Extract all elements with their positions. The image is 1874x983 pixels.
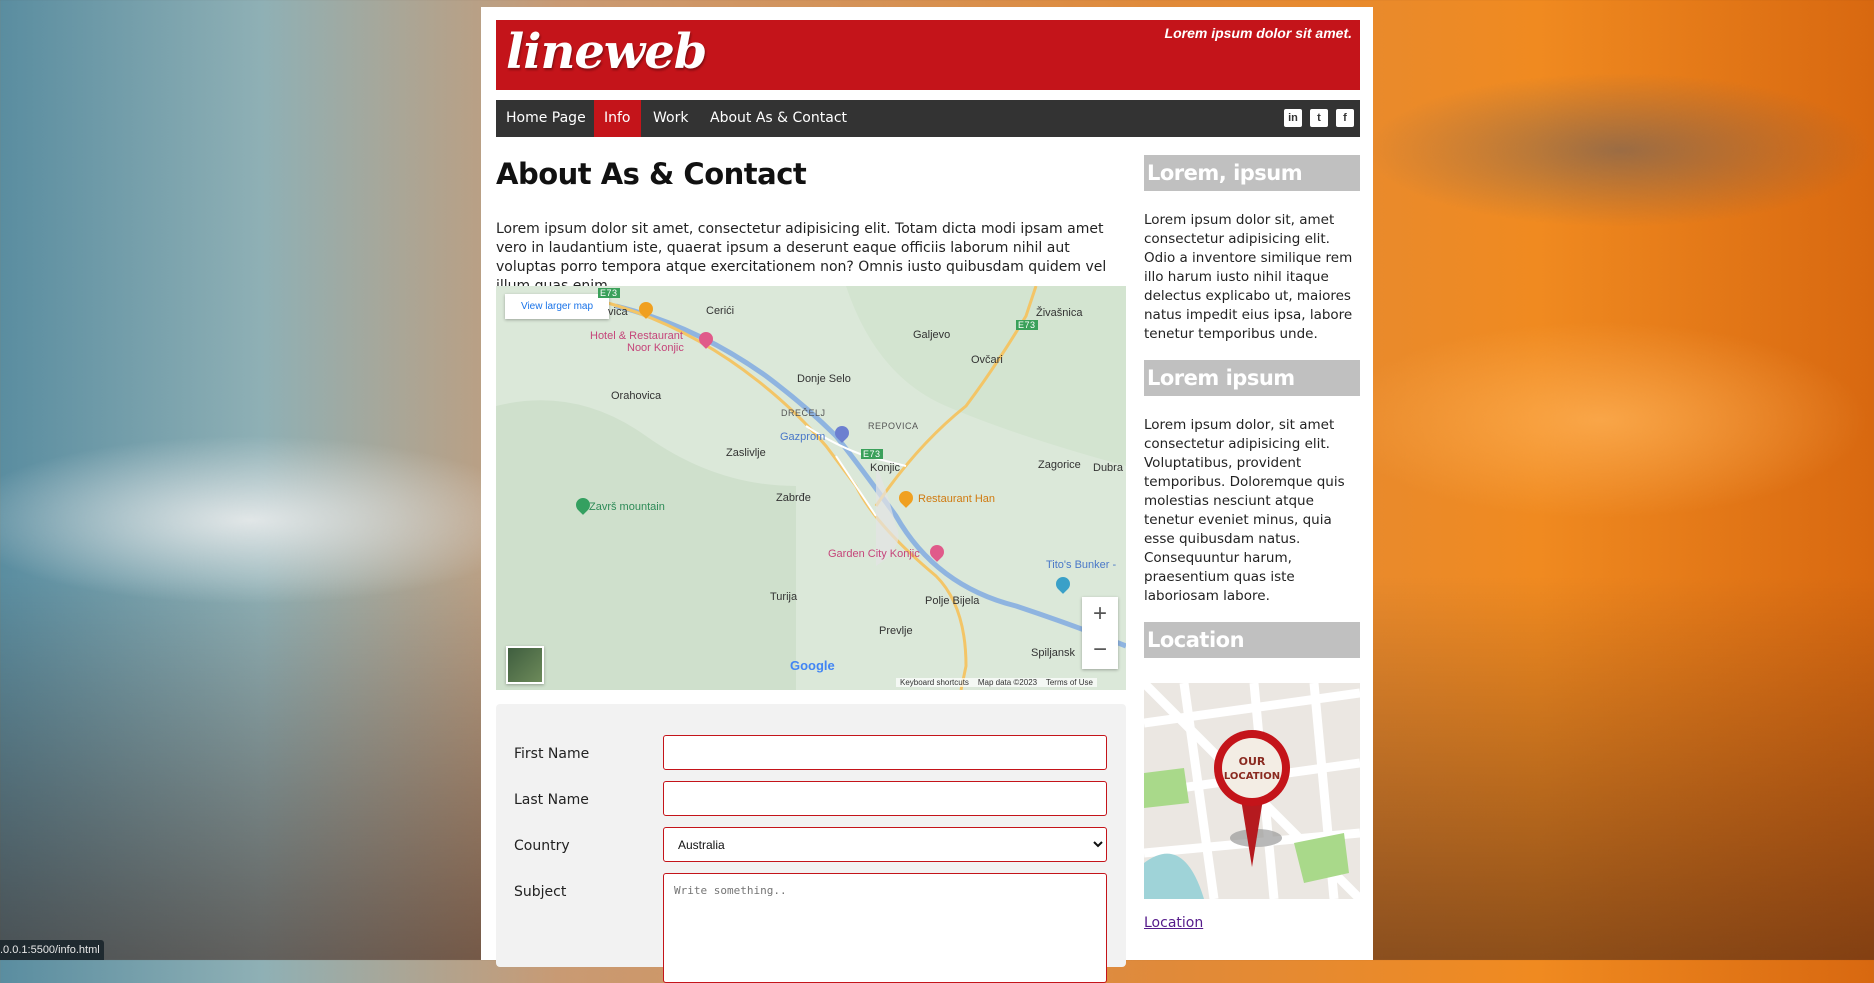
zoom-out-button[interactable]: − — [1082, 633, 1118, 669]
map-label-spiljansk: Spiljansk — [1031, 647, 1076, 659]
map-label-cerici: Cerići — [706, 305, 735, 317]
nav-item-home[interactable]: Home Page — [496, 100, 596, 137]
map-label-titos-bunker: Tito's Bunker - — [1046, 559, 1117, 571]
terms-of-use-link[interactable]: Terms of Use — [1046, 678, 1093, 687]
pin-text-location: LOCATION — [1224, 771, 1280, 782]
nav-item-info[interactable]: Info — [594, 100, 641, 137]
map-label-zivasnica: Živašnica — [1036, 307, 1083, 319]
first-name-input[interactable] — [663, 735, 1107, 770]
sidebar-heading-2: Lorem ipsum — [1144, 360, 1360, 396]
map-label-e73-a: E73 — [598, 288, 620, 298]
map-label-hotel-line1: Hotel & Restaurant — [590, 330, 683, 342]
map-label-zaslivlje: Zaslivlje — [726, 447, 766, 459]
page-container: lineweb Lorem ipsum dolor sit amet. Home… — [481, 7, 1373, 983]
location-image: OUR LOCATION — [1144, 683, 1360, 899]
status-bar-url: .0.0.1:5500/info.html — [0, 940, 104, 960]
last-name-label: Last Name — [514, 792, 589, 808]
pin-text-our: OUR — [1239, 755, 1266, 768]
location-link[interactable]: Location — [1144, 915, 1203, 931]
map-label-e73-b: E73 — [1016, 320, 1038, 330]
map-label-zagorice: Zagorice — [1038, 459, 1081, 471]
zoom-in-button[interactable]: + — [1082, 597, 1118, 633]
location-illustration: OUR LOCATION — [1144, 683, 1360, 899]
sidebar-text-1: Lorem ipsum dolor sit, amet consectetur … — [1144, 212, 1353, 342]
header-tagline: Lorem ipsum dolor sit amet. — [1164, 25, 1352, 41]
map-label-vica: vica — [608, 306, 628, 318]
map-label-polje-bijela: Polje Bijela — [925, 595, 980, 607]
map-label-dubra: Dubra — [1093, 462, 1123, 474]
map-label-donje-selo: Donje Selo — [797, 373, 851, 385]
first-name-label: First Name — [514, 746, 590, 762]
map-label-konjic: Konjic — [870, 462, 900, 474]
map-label-restaurant-han: Restaurant Han — [918, 493, 996, 505]
map-label-garden-city: Garden City Konjic — [828, 548, 920, 560]
map-terrain — [496, 286, 1126, 690]
keyboard-shortcuts-link[interactable]: Keyboard shortcuts — [900, 678, 969, 687]
site-logo[interactable]: lineweb — [506, 24, 707, 80]
intro-paragraph: Lorem ipsum dolor sit amet, consectetur … — [496, 221, 1107, 294]
linkedin-icon[interactable]: in — [1284, 109, 1302, 127]
map-label-turija: Turija — [770, 591, 798, 603]
contact-form: First Name Last Name Country Australia S… — [496, 704, 1126, 983]
map-label-drecelj: DREČELJ — [781, 408, 826, 418]
nav-item-about-contact[interactable]: About As & Contact — [700, 100, 857, 137]
map-label-ovcari: Ovčari — [971, 354, 1003, 366]
subject-textarea[interactable] — [663, 873, 1107, 983]
country-label: Country — [514, 838, 570, 854]
sidebar-heading-3: Location — [1144, 622, 1360, 658]
country-select[interactable]: Australia — [663, 827, 1107, 862]
map-label-galjevo: Galjevo — [913, 329, 951, 341]
main-content: About As & Contact Lorem ipsum dolor sit… — [496, 157, 1126, 294]
twitter-icon[interactable]: t — [1310, 109, 1328, 127]
map-data-credit: Map data ©2023 — [977, 678, 1038, 687]
social-links: in t f — [1284, 109, 1354, 127]
last-name-input[interactable] — [663, 781, 1107, 816]
site-header: lineweb Lorem ipsum dolor sit amet. — [496, 20, 1360, 90]
map-label-prevlje: Prevlje — [879, 625, 913, 637]
sidebar-text-2: Lorem ipsum dolor, sit amet consectetur … — [1144, 417, 1345, 604]
map-label-e73-c: E73 — [861, 449, 883, 459]
map-label-hotel-line2: Noor Konjic — [627, 342, 684, 354]
map-label-zavrs-mountain: Završ mountain — [589, 501, 665, 513]
nav-item-work[interactable]: Work — [643, 100, 698, 137]
embedded-map[interactable]: View larger map Cerići Živašnica Galjevo… — [496, 286, 1126, 690]
page-title: About As & Contact — [496, 157, 807, 191]
google-logo: Google — [790, 658, 835, 673]
map-label-gazprom: Gazprom — [780, 431, 826, 443]
map-footer: Keyboard shortcuts Map data ©2023 Terms … — [896, 678, 1097, 687]
map-label-zabrde: Zabrđe — [776, 492, 811, 504]
map-layers-button[interactable] — [506, 646, 544, 684]
subject-label: Subject — [514, 884, 567, 900]
map-label-orahovica: Orahovica — [611, 390, 662, 402]
map-label-repovica: REPOVICA — [868, 421, 919, 431]
view-larger-map-button[interactable]: View larger map — [505, 294, 609, 319]
map-zoom-controls: + − — [1082, 597, 1118, 669]
facebook-icon[interactable]: f — [1336, 109, 1354, 127]
sidebar-heading-1: Lorem, ipsum — [1144, 155, 1360, 191]
main-nav: Home Page Info Work About As & Contact i… — [496, 100, 1360, 137]
